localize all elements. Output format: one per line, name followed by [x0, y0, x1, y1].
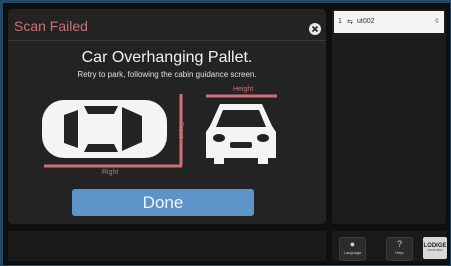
- car-top-view-icon: [42, 100, 167, 158]
- help-button[interactable]: ? Help: [386, 237, 413, 261]
- help-label: Help: [395, 250, 404, 255]
- car-overhang-diagram: [42, 94, 277, 168]
- right-label: Right: [102, 169, 119, 176]
- error-instructions: Retry to park, following the cabin guida…: [77, 70, 257, 79]
- help-icon: ?: [396, 239, 402, 249]
- height-label: Height: [233, 86, 254, 93]
- swap-icon: ⇆: [347, 19, 353, 26]
- queue-position: 1: [338, 18, 342, 25]
- close-button[interactable]: [309, 23, 321, 35]
- queue-item[interactable]: 1 ⇆ ut002 ¢: [334, 11, 444, 33]
- company-logo: LODIGE INDUSTRIES: [423, 237, 447, 259]
- bottom-bar-left: [8, 231, 326, 261]
- queue-item-name: ut002: [357, 18, 375, 25]
- scan-failed-dialog: Scan Failed Car Overhanging Pallet. Retr…: [8, 9, 326, 224]
- language-label: Language: [343, 250, 362, 255]
- dialog-title-bar: Scan Failed: [8, 9, 326, 41]
- car-front-view-icon: [206, 104, 276, 164]
- globe-icon: ●: [349, 239, 356, 249]
- queue-item-status: ¢: [435, 18, 439, 25]
- close-icon: [311, 25, 319, 33]
- dialog-title: Scan Failed: [14, 18, 88, 34]
- queue-panel: 1 ⇆ ut002 ¢: [332, 9, 446, 224]
- language-button[interactable]: ● Language: [339, 237, 366, 261]
- error-heading: Car Overhanging Pallet.: [81, 49, 253, 66]
- front-label: Front: [177, 122, 184, 139]
- done-button[interactable]: Done: [72, 189, 254, 216]
